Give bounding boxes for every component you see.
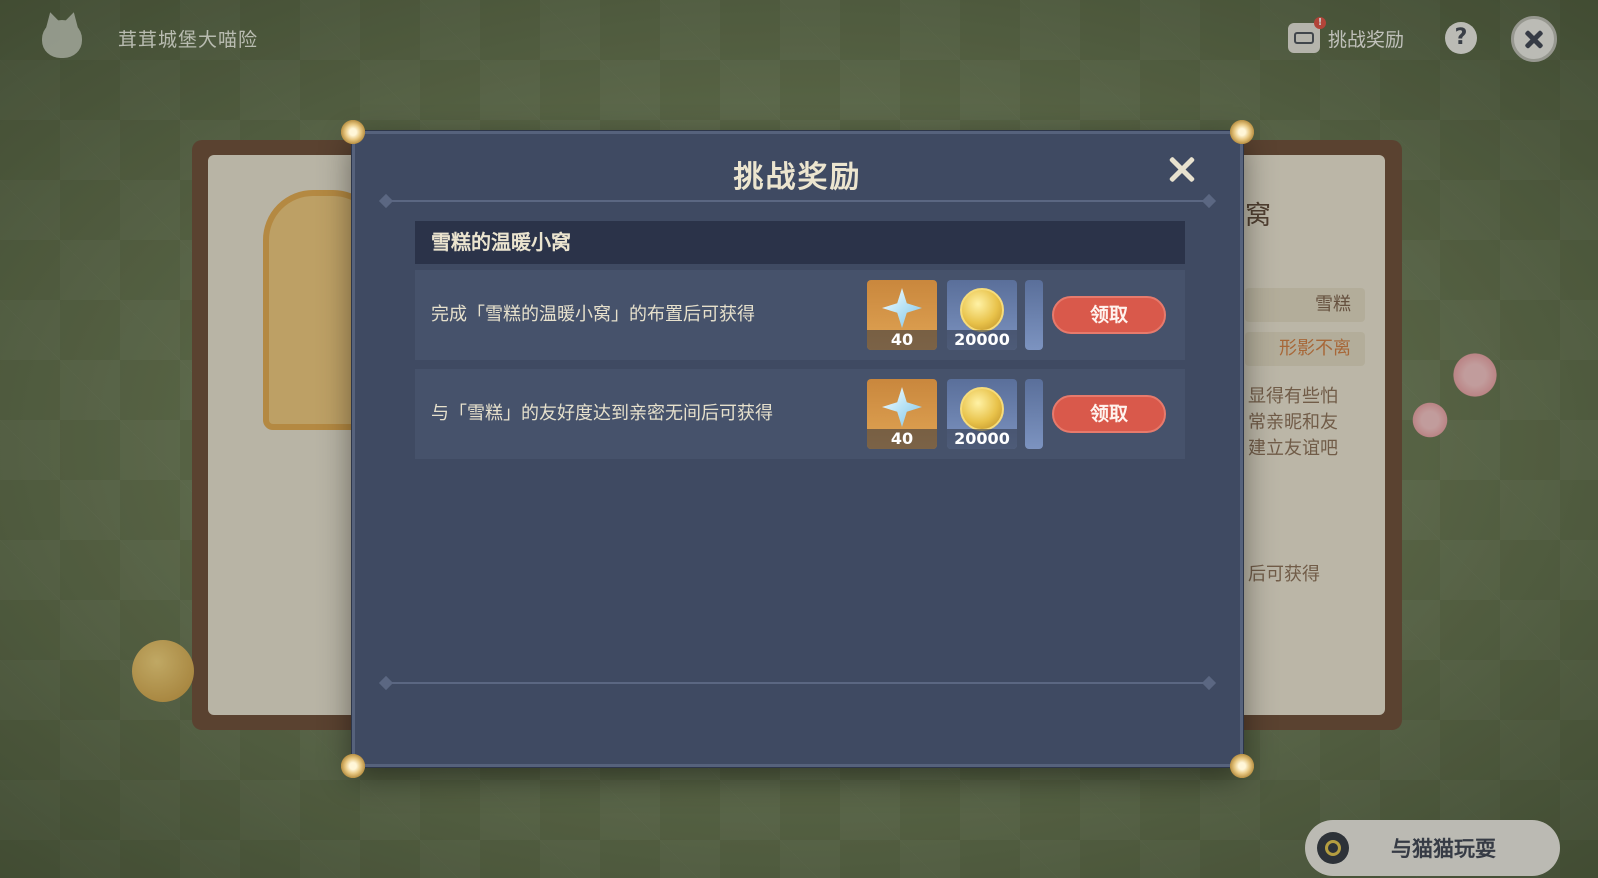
reward-item-partial[interactable] (1025, 280, 1043, 350)
divider (385, 200, 1210, 202)
primogem-reward[interactable]: 40 (867, 280, 937, 350)
reward-item-partial[interactable] (1025, 379, 1043, 449)
claim-button[interactable]: 领取 (1052, 395, 1166, 433)
section-title: 雪糕的温暖小窝 (415, 221, 1185, 264)
challenge-reward-modal: 挑战奖励 雪糕的温暖小窝 完成「雪糕的温暖小窝」的布置后可获得 40 20000… (341, 120, 1254, 778)
task-row: 与「雪糕」的友好度达到亲密无间后可获得 40 20000 领取 (415, 369, 1185, 459)
modal-close-button[interactable] (1164, 152, 1200, 188)
divider (385, 682, 1210, 684)
corner-ornament-icon (1230, 754, 1254, 778)
reward-quantity: 20000 (947, 330, 1017, 350)
primogem-icon (882, 288, 922, 328)
corner-ornament-icon (341, 754, 365, 778)
primogem-icon (882, 387, 922, 427)
claim-button[interactable]: 领取 (1052, 296, 1166, 334)
corner-ornament-icon (341, 120, 365, 144)
task-description: 完成「雪糕的温暖小窝」的布置后可获得 (431, 304, 755, 325)
reward-quantity: 20000 (947, 429, 1017, 449)
mora-coin-icon (960, 288, 1004, 332)
reward-quantity: 40 (867, 429, 937, 449)
mora-reward[interactable]: 20000 (947, 280, 1017, 350)
corner-ornament-icon (1230, 120, 1254, 144)
task-description: 与「雪糕」的友好度达到亲密无间后可获得 (431, 403, 773, 424)
reward-quantity: 40 (867, 330, 937, 350)
mora-reward[interactable]: 20000 (947, 379, 1017, 449)
task-row: 完成「雪糕的温暖小窝」的布置后可获得 40 20000 领取 (415, 270, 1185, 360)
modal-title: 挑战奖励 (733, 160, 862, 195)
primogem-reward[interactable]: 40 (867, 379, 937, 449)
mora-coin-icon (960, 387, 1004, 431)
